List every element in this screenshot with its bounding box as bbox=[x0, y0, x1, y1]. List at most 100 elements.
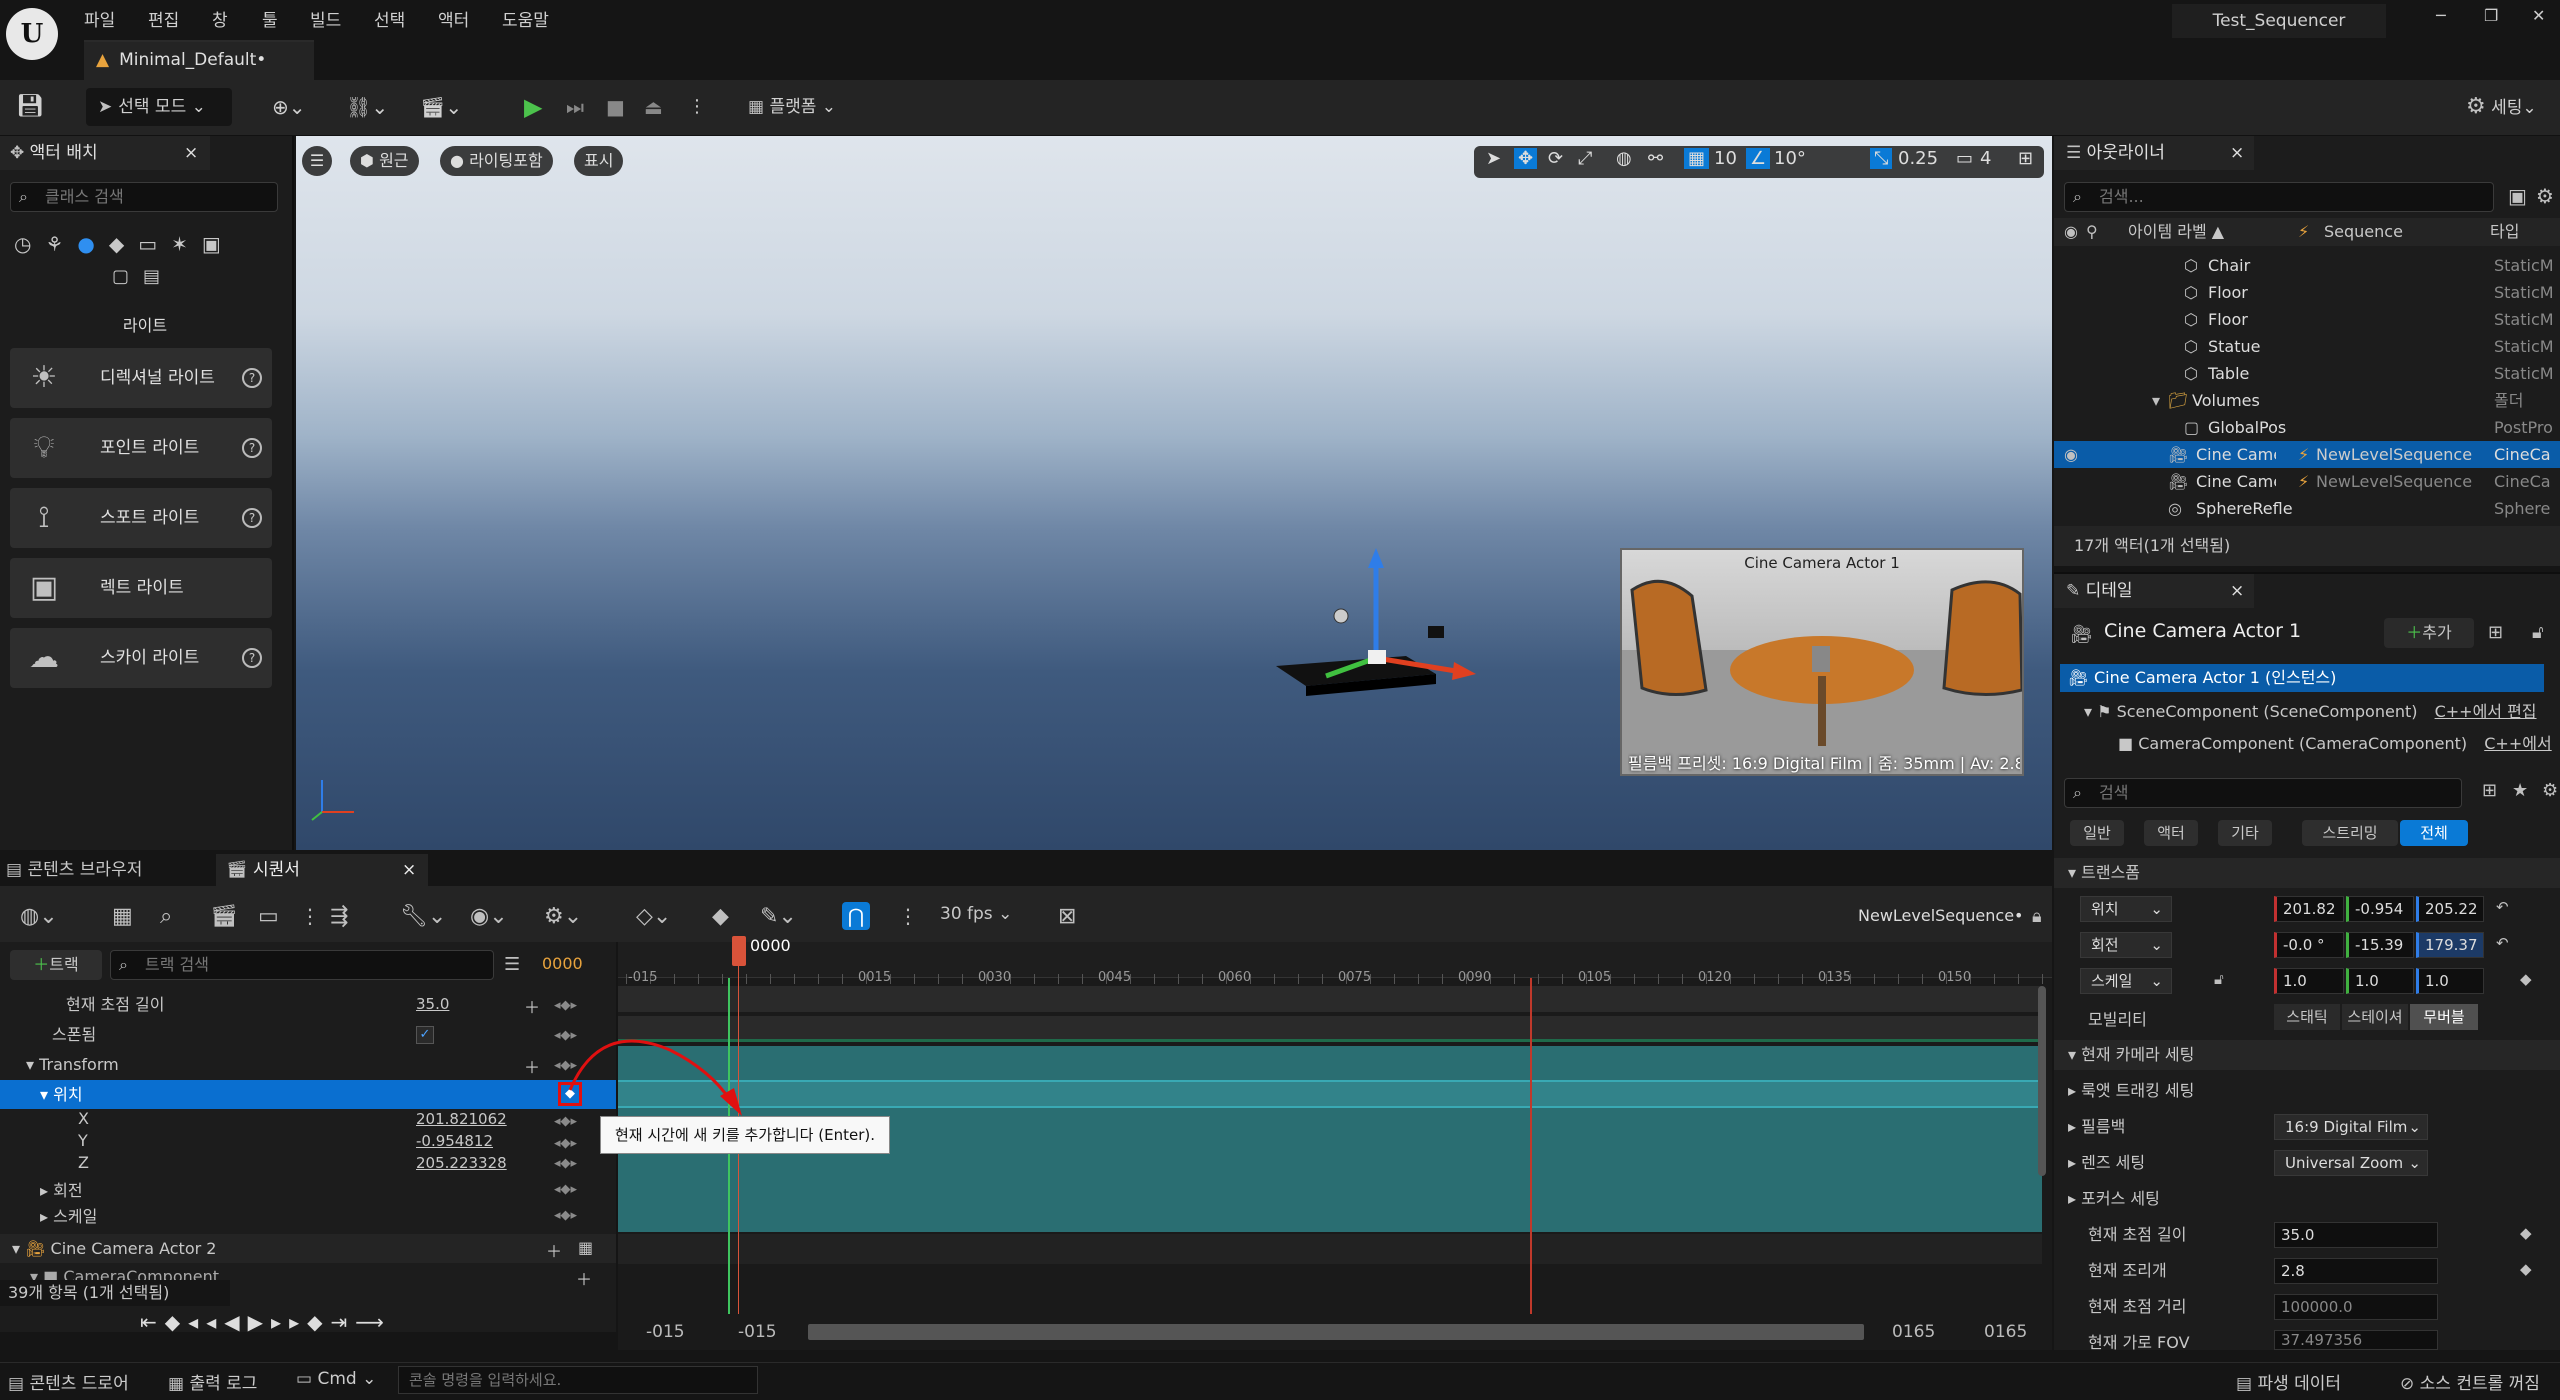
close-icon[interactable]: × bbox=[402, 854, 416, 886]
track-y[interactable]: Y bbox=[0, 1130, 616, 1152]
transform-gizmo[interactable] bbox=[1256, 546, 1516, 726]
rotation-y-field[interactable]: -15.39 bbox=[2346, 932, 2414, 958]
content-browser-tab[interactable]: ▤ 콘텐츠 브라우저 bbox=[6, 854, 214, 886]
step-forward-icon[interactable]: ▸ bbox=[271, 1310, 289, 1334]
track-z[interactable]: Z bbox=[0, 1152, 616, 1174]
output-log-button[interactable]: ▦ 출력 로그 bbox=[168, 1369, 257, 1394]
sky-light-item[interactable]: ☁ 스카이 라이트 ? bbox=[10, 628, 272, 688]
focal-length-field[interactable]: 35.0 bbox=[2274, 1222, 2438, 1248]
chevron-down-icon[interactable]: ▾ bbox=[2152, 387, 2160, 414]
table-view-icon[interactable]: ⊞ bbox=[2482, 780, 2497, 801]
rotation-snap-value[interactable]: 10° bbox=[1774, 148, 1806, 169]
minimize-icon[interactable]: ─ bbox=[2436, 6, 2446, 25]
select-mode-dropdown[interactable]: ➤ 선택 모드 ⌄ bbox=[86, 88, 232, 126]
key-nav-icon[interactable]: ◂◆▸ bbox=[554, 1208, 577, 1223]
outliner-row[interactable]: ⬡ Floor StaticM bbox=[2054, 306, 2560, 333]
scale-snap-icon[interactable]: ⤡ bbox=[1870, 148, 1893, 169]
lock-icon[interactable]: 🔒︎ bbox=[2032, 906, 2042, 927]
track-rotation[interactable]: ▸ 회전 bbox=[0, 1176, 616, 1205]
rotate-icon[interactable]: ⟳ bbox=[1548, 148, 1563, 169]
add-content-icon[interactable]: ⊕⌄ bbox=[272, 88, 306, 126]
step-back-icon[interactable]: ◂ bbox=[206, 1310, 224, 1334]
curve-editor-icon[interactable]: ⊠ bbox=[1058, 904, 1076, 929]
wrench-icon[interactable]: 🔧︎⌄ bbox=[400, 904, 446, 929]
camera-edit-link[interactable]: C++에서 bbox=[2484, 734, 2551, 753]
eye-icon[interactable]: ◉ bbox=[2064, 441, 2078, 468]
track-location-selected[interactable]: ▾ 위치 bbox=[0, 1080, 616, 1109]
outliner-search-input[interactable]: ⌕ 검색... bbox=[2064, 182, 2494, 212]
scale-x-field[interactable]: 1.0 bbox=[2274, 968, 2344, 994]
playhead-handle[interactable] bbox=[732, 936, 746, 966]
add-key-icon[interactable]: ＋ bbox=[576, 1266, 592, 1290]
recent-icon[interactable]: ◷ bbox=[14, 232, 45, 256]
details-search-input[interactable]: ⌕ 검색 bbox=[2064, 778, 2462, 808]
add-track-button[interactable]: ＋트랙 bbox=[10, 950, 102, 980]
rotation-snap-icon[interactable]: ∠ bbox=[1746, 148, 1771, 169]
console-input[interactable]: 콘솔 명령을 입력하세요. bbox=[398, 1366, 758, 1394]
hamburger-menu-icon[interactable]: ☰ bbox=[302, 146, 332, 176]
menu-select[interactable]: 선택 bbox=[374, 6, 405, 31]
unreal-logo-icon[interactable]: U bbox=[6, 8, 58, 60]
filter-misc[interactable]: 기타 bbox=[2218, 820, 2272, 846]
save-sequence-icon[interactable]: ▦ bbox=[112, 904, 133, 929]
reset-icon[interactable]: ↶ bbox=[2496, 898, 2509, 916]
x-value[interactable]: 201.821062 bbox=[416, 1108, 507, 1130]
go-to-start-icon[interactable]: ⇤ bbox=[140, 1310, 165, 1334]
scene-edit-link[interactable]: C++에서 편집 bbox=[2435, 702, 2537, 721]
play-reverse-icon[interactable]: ◀ bbox=[224, 1310, 247, 1334]
location-z-field[interactable]: 205.22 bbox=[2416, 896, 2484, 922]
eye-icon[interactable]: ◉ bbox=[2064, 218, 2078, 246]
transform-section-header[interactable]: ▾ 트랜스폼 bbox=[2054, 858, 2560, 888]
prev-key-icon[interactable]: ◆◂ bbox=[165, 1310, 206, 1334]
scale-dropdown[interactable]: 스케일 ⌄ bbox=[2080, 968, 2172, 994]
track-scale[interactable]: ▸ 스케일 bbox=[0, 1202, 616, 1231]
eye-icon[interactable]: ◉⌄ bbox=[470, 904, 508, 929]
lock-icon[interactable]: 🔓︎ bbox=[2214, 970, 2224, 988]
add-key-icon[interactable]: ＋ bbox=[546, 1238, 562, 1262]
grid-snap-value[interactable]: 10 bbox=[1714, 148, 1737, 169]
select-icon[interactable]: ➤ bbox=[1486, 148, 1501, 169]
geometry-icon[interactable]: ▣ bbox=[202, 232, 235, 256]
camera-component-row[interactable]: ■ CameraComponent (CameraComponent) C++에… bbox=[2118, 730, 2554, 754]
key-icon[interactable]: ◆ bbox=[712, 904, 729, 929]
play-icon[interactable]: ▶ bbox=[248, 1310, 271, 1334]
filter-actor[interactable]: 액터 bbox=[2144, 820, 2198, 846]
component-instance-row[interactable]: 🎥︎ Cine Camera Actor 1 (인스턴스) bbox=[2060, 664, 2544, 692]
platform-button[interactable]: ▦ 플랫폼 ⌄ bbox=[748, 88, 836, 126]
track-spawned[interactable]: 스폰됨 bbox=[0, 1020, 616, 1049]
lookat-row[interactable]: ▸ 룩앳 트래킹 세팅 bbox=[2054, 1076, 2560, 1106]
cinematics-icon[interactable]: 🎬︎⌄ bbox=[420, 88, 462, 126]
help-icon[interactable]: ? bbox=[242, 508, 262, 528]
track-actor2[interactable]: ▾ 🎥︎ Cine Camera Actor 2 bbox=[0, 1234, 616, 1263]
scale-icon[interactable]: ⤢ bbox=[1578, 148, 1592, 169]
settings-button[interactable]: ⚙ 세팅⌄ bbox=[2466, 88, 2537, 126]
outliner-row[interactable]: ⬡ Chair StaticM bbox=[2054, 252, 2560, 279]
gear-icon[interactable]: ⚙ bbox=[2536, 184, 2554, 208]
key-add-icon[interactable]: ◆ bbox=[2520, 1224, 2532, 1242]
col-type-header[interactable]: 타입 bbox=[2490, 218, 2519, 246]
place-actors-tab[interactable]: ✥ 액터 배치 × bbox=[0, 136, 210, 170]
sequencer-tab[interactable]: 🎬︎ 시퀀서 × bbox=[216, 854, 428, 886]
key-nav-icon[interactable]: ◂◆▸ bbox=[554, 1156, 577, 1171]
scale-snap-value[interactable]: 0.25 bbox=[1898, 148, 1938, 169]
add-component-button[interactable]: ＋추가 bbox=[2384, 618, 2474, 648]
camera-lock-icon[interactable]: ▦ bbox=[578, 1238, 593, 1257]
cmd-dropdown[interactable]: ▭ Cmd ⌄ bbox=[296, 1369, 376, 1389]
brush-icon[interactable]: ✎⌄ bbox=[760, 904, 797, 929]
translate-icon[interactable]: ✥ bbox=[1514, 148, 1538, 169]
filter-icon[interactable]: ☰ bbox=[504, 954, 520, 975]
rect-light-item[interactable]: ▣ 렉트 라이트 bbox=[10, 558, 272, 618]
outliner-row[interactable]: 🎥︎ Cine Camera ⚡ NewLevelSequence CineCa bbox=[2054, 468, 2560, 495]
col-sequence-header[interactable]: Sequence bbox=[2324, 218, 2403, 246]
range-scrollbar[interactable] bbox=[808, 1324, 1864, 1340]
track-search-input[interactable]: ⌕ 트랙 검색 bbox=[110, 950, 494, 980]
more-icon[interactable]: ⋮ bbox=[300, 904, 320, 928]
menu-file[interactable]: 파일 bbox=[84, 6, 115, 31]
level-viewport[interactable]: ☰ ⬢ 원근 ● 라이팅포함 표시 ➤ ✥ ⟳ ⤢ ◍ ⚯ ▦ 10 ∠ 10°… bbox=[296, 136, 2052, 850]
view-end-field[interactable]: 0165 bbox=[1984, 1322, 2027, 1342]
level-tab[interactable]: ▲ Minimal_Default• bbox=[84, 40, 314, 80]
rotation-dropdown[interactable]: 회전 ⌄ bbox=[2080, 932, 2172, 958]
lighting-button[interactable]: ● 라이팅포함 bbox=[440, 146, 553, 176]
view-start-field[interactable]: -015 bbox=[646, 1322, 685, 1342]
outliner-row[interactable]: ⬡ Table StaticM bbox=[2054, 360, 2560, 387]
